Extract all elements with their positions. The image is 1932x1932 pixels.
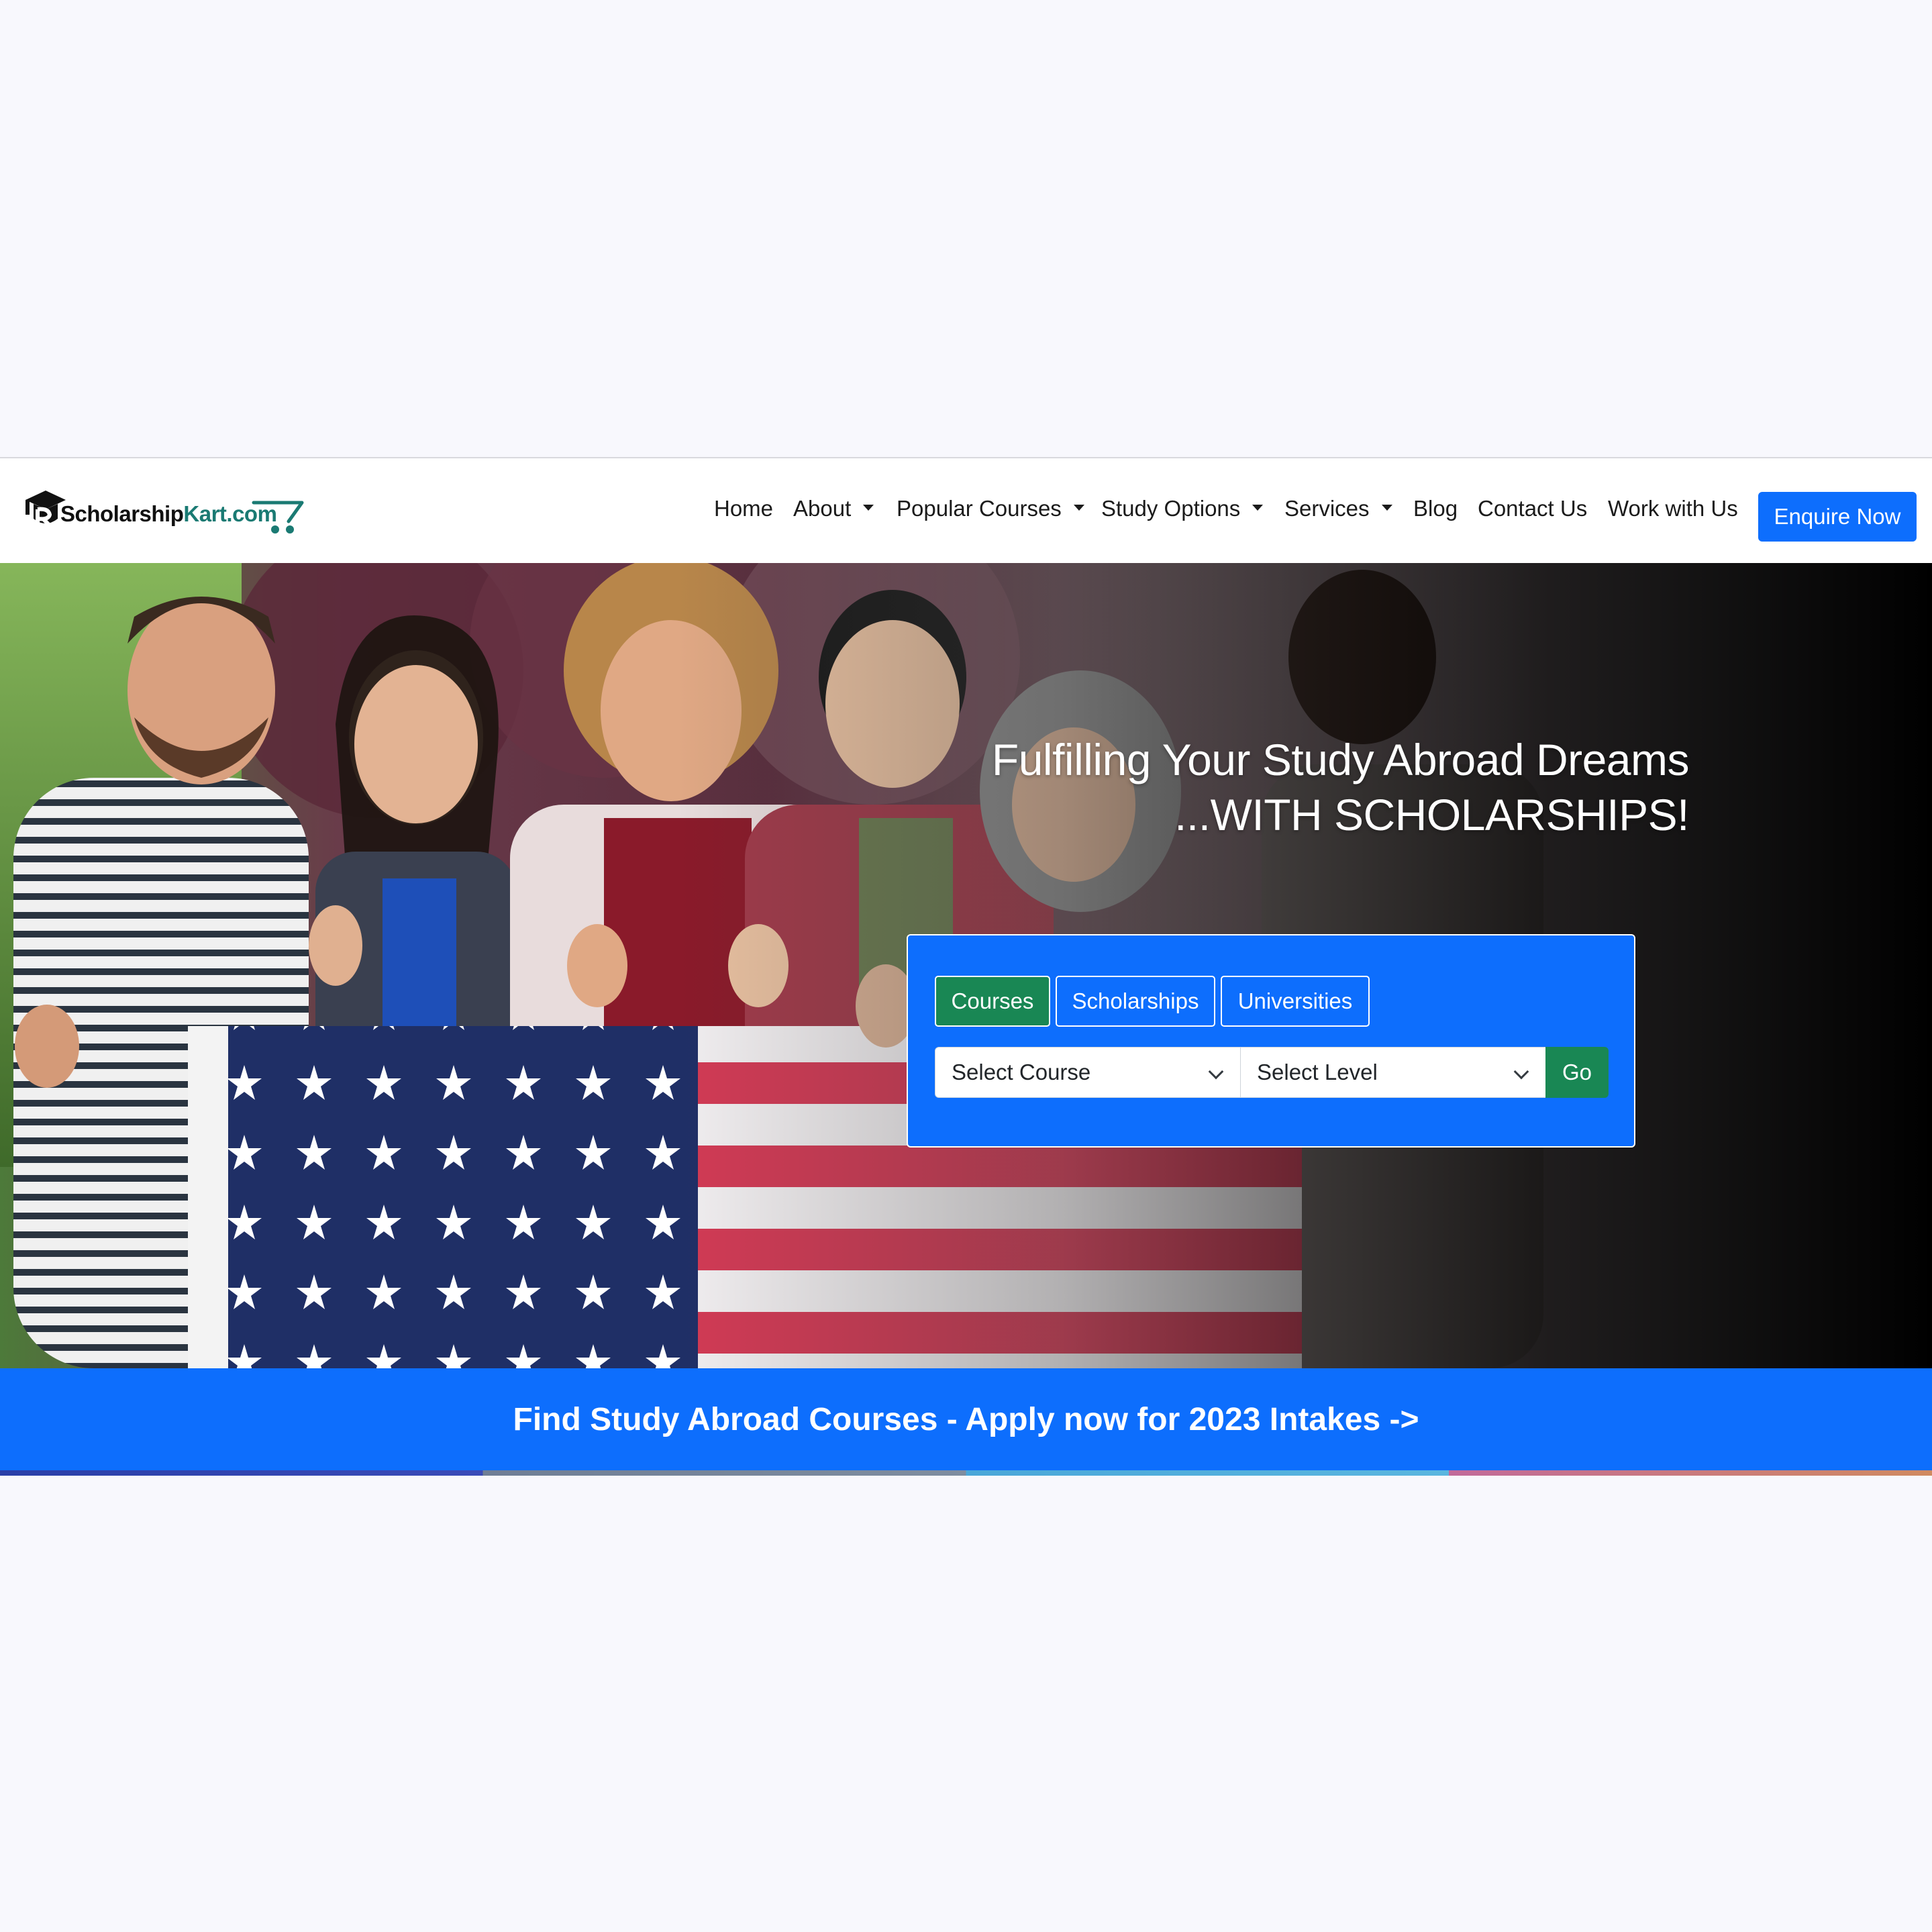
go-button[interactable]: Go <box>1545 1047 1609 1098</box>
course-select[interactable]: Select Course <box>935 1047 1241 1098</box>
nav-item-contact-us[interactable]: Contact Us <box>1478 496 1587 521</box>
tab-courses[interactable]: Courses <box>935 976 1050 1027</box>
hero-headline-line1: Fulfilling Your Study Abroad Dreams <box>991 735 1690 784</box>
hero-headline: Fulfilling Your Study Abroad Dreams ...W… <box>991 732 1690 842</box>
nav-home-label: Home <box>714 496 774 521</box>
level-select[interactable]: Select Level <box>1240 1047 1546 1098</box>
caret-down-icon <box>863 504 874 511</box>
caret-down-icon <box>1073 504 1084 511</box>
navbar: ScholarshipKart.com Home About Popular C… <box>0 458 1932 563</box>
nav-services-label: Services <box>1284 496 1370 521</box>
caret-down-icon <box>1252 504 1264 511</box>
chevron-down-icon <box>1513 1064 1529 1080</box>
brand-name-part1: Scholarship <box>60 501 184 526</box>
level-select-value: Select Level <box>1257 1060 1378 1084</box>
shopping-cart-icon <box>252 501 304 533</box>
search-panel: Courses Scholarships Universities Select… <box>907 934 1635 1148</box>
next-section-image-strip <box>0 1470 1932 1476</box>
brand-name: ScholarshipKart.com <box>60 501 277 527</box>
nav-about-label: About <box>793 496 852 521</box>
tab-scholarships[interactable]: Scholarships <box>1056 976 1215 1027</box>
nav-item-services[interactable]: Services <box>1284 496 1392 521</box>
tab-universities[interactable]: Universities <box>1221 976 1370 1027</box>
hero-section: Fulfilling Your Study Abroad Dreams ...W… <box>0 563 1932 1368</box>
nav-popular-courses-label: Popular Courses <box>897 496 1062 521</box>
nav-contact-us-label: Contact Us <box>1478 496 1588 521</box>
nav-item-work-with-us[interactable]: Work with Us <box>1608 496 1738 521</box>
brand-logo[interactable]: ScholarshipKart.com <box>23 485 311 539</box>
enquire-now-button[interactable]: Enquire Now <box>1758 492 1917 542</box>
nav-item-popular-courses[interactable]: Popular Courses <box>897 496 1084 521</box>
hero-headline-line2: ...WITH SCHOLARSHIPS! <box>1174 790 1689 840</box>
course-select-value: Select Course <box>952 1060 1091 1084</box>
chevron-down-icon <box>1208 1064 1224 1080</box>
nav-item-blog[interactable]: Blog <box>1413 496 1458 521</box>
nav-item-home[interactable]: Home <box>714 496 773 521</box>
nav-item-about[interactable]: About <box>793 496 874 521</box>
nav-item-study-options[interactable]: Study Options <box>1101 496 1264 521</box>
nav-study-options-label: Study Options <box>1101 496 1241 521</box>
caret-down-icon <box>1381 504 1392 511</box>
apply-now-banner[interactable]: Find Study Abroad Courses - Apply now fo… <box>0 1368 1932 1470</box>
website-frame: ScholarshipKart.com Home About Popular C… <box>0 457 1932 1476</box>
nav-work-with-us-label: Work with Us <box>1608 496 1738 521</box>
nav-blog-label: Blog <box>1413 496 1458 521</box>
